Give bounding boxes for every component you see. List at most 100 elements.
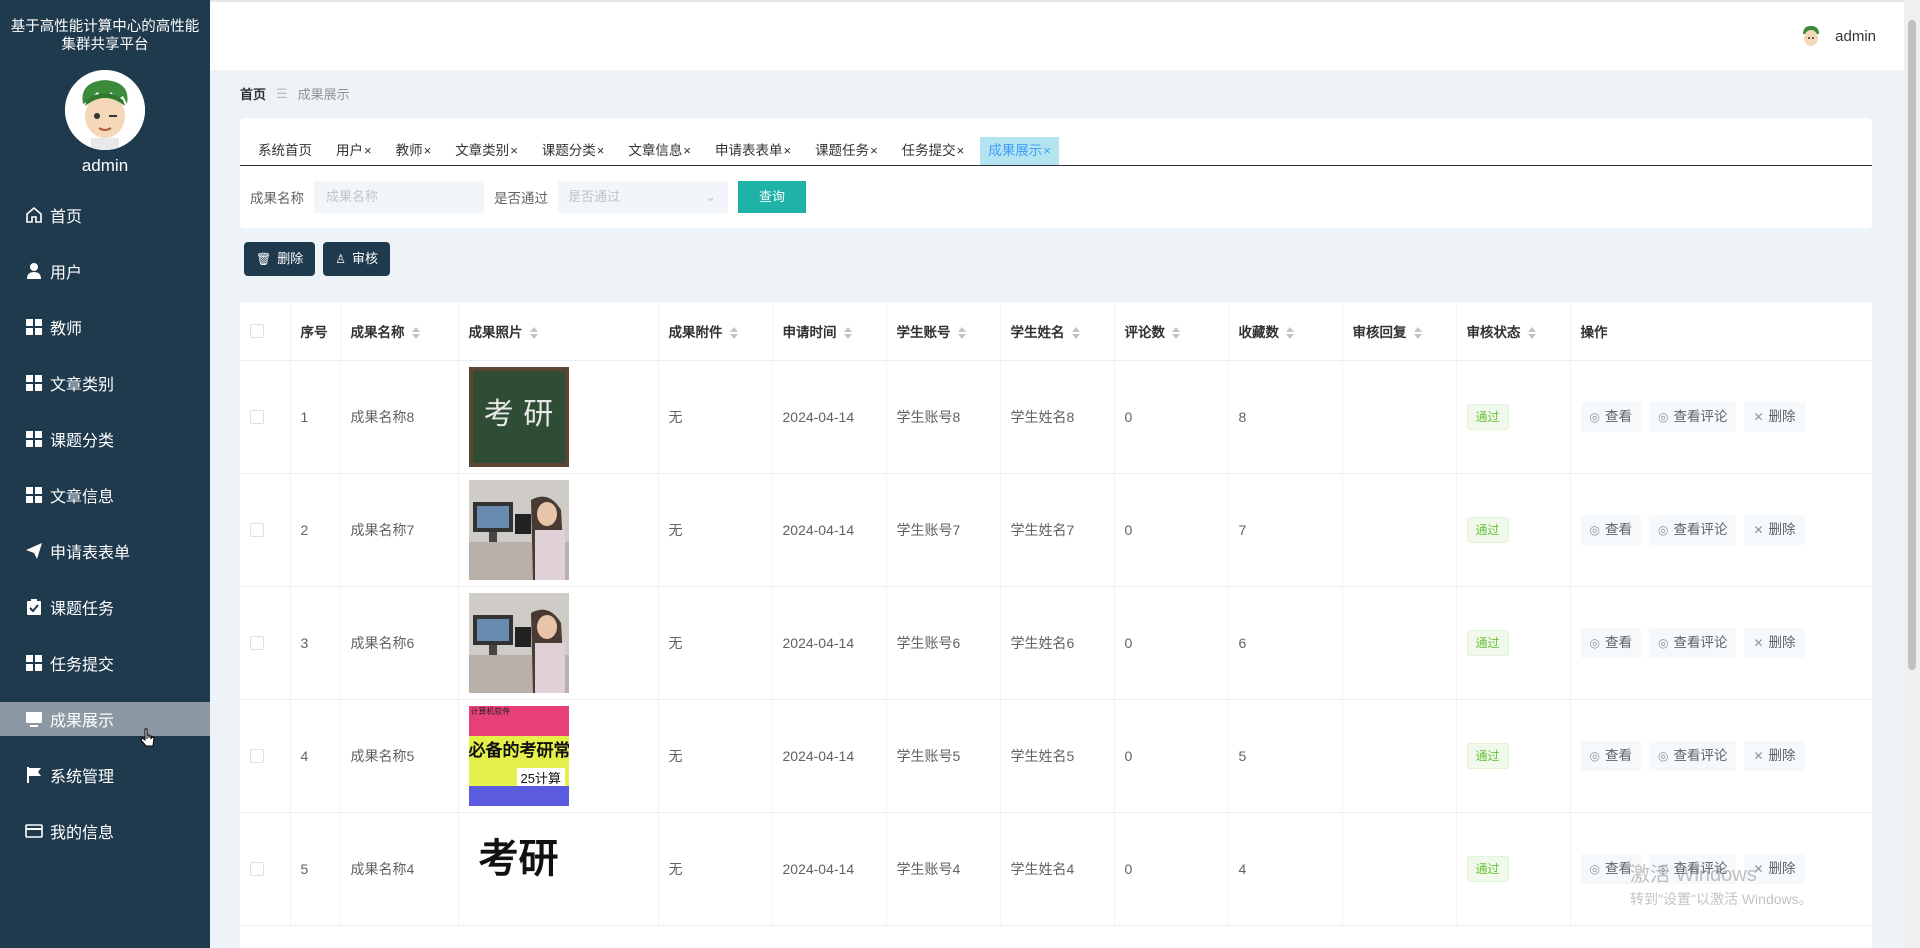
sidebar-item-1[interactable]: 首页: [0, 198, 210, 232]
column-header[interactable]: 收藏数: [1228, 302, 1343, 361]
tab-close-icon[interactable]: ×: [364, 143, 372, 158]
eye-icon: ◎: [1657, 635, 1669, 650]
row-checkbox[interactable]: [250, 409, 264, 424]
column-header[interactable]: 申请时间: [772, 302, 887, 361]
sort-icon[interactable]: [411, 327, 421, 340]
select-all-checkbox[interactable]: [250, 323, 264, 338]
query-button[interactable]: 查询: [738, 181, 806, 213]
result-photo[interactable]: 计算机软件 必备的考研常 25计算: [468, 705, 658, 806]
sidebar-item-11[interactable]: 系统管理: [0, 758, 210, 792]
tab-7[interactable]: 申请表表单×: [707, 137, 799, 165]
column-header[interactable]: 评论数: [1114, 302, 1229, 361]
scrollbar-thumb[interactable]: [1908, 20, 1916, 670]
row-delete-button[interactable]: ✕ 删除: [1744, 401, 1805, 432]
view-button[interactable]: ◎ 查看: [1580, 514, 1641, 545]
sort-icon[interactable]: [1071, 327, 1081, 340]
view-comments-label: 查看评论: [1673, 634, 1728, 650]
result-photo[interactable]: [468, 592, 658, 693]
view-comments-button[interactable]: ◎ 查看评论: [1648, 627, 1737, 658]
sort-icon[interactable]: [729, 327, 739, 340]
breadcrumb-home[interactable]: 首页: [240, 84, 266, 103]
column-header[interactable]: 学生账号: [886, 302, 1001, 361]
tab-1[interactable]: 系统首页: [250, 137, 320, 165]
row-checkbox[interactable]: [250, 522, 264, 537]
tab-close-icon[interactable]: ×: [683, 143, 691, 158]
cell-account: 学生账号4: [886, 812, 1001, 926]
tab-2[interactable]: 用户×: [328, 137, 380, 165]
sidebar-item-6[interactable]: 文章信息: [0, 478, 210, 512]
tab-close-icon[interactable]: ×: [870, 143, 878, 158]
delete-button[interactable]: 🗑 删除: [244, 242, 316, 276]
sort-icon[interactable]: [1413, 327, 1423, 340]
table-row[interactable]: 3 成果名称6 无 2024-04-14 学生账号6 学生姓名6 0 6 通过 ◎ 查看 ◎ 查看评论 ✕…: [240, 586, 1872, 700]
sidebar-item-3[interactable]: 教师: [0, 310, 210, 344]
close-icon: ✕: [1753, 409, 1764, 424]
sidebar-item-10[interactable]: 成果展示: [0, 702, 210, 736]
sidebar-item-5[interactable]: 课题分类: [0, 422, 210, 456]
eye-icon: ◎: [1657, 522, 1669, 537]
table-row[interactable]: 4 成果名称5 计算机软件 必备的考研常 25计算 无 2024-04-14 学生账号5 学生姓…: [240, 699, 1872, 813]
column-header[interactable]: 成果照片: [458, 302, 659, 361]
table-row[interactable]: 2 成果名称7 无 2024-04-14 学生账号7 学生姓名7 0 7 通过 ◎ 查看 ◎ 查看评论 ✕…: [240, 473, 1872, 587]
pass-select[interactable]: 是否通过 ⌄: [558, 181, 728, 213]
tab-close-icon[interactable]: ×: [510, 143, 518, 158]
result-photo[interactable]: 考研: [468, 818, 658, 919]
row-checkbox[interactable]: [250, 748, 264, 763]
tab-4[interactable]: 文章类别×: [447, 137, 526, 165]
tab-10[interactable]: 成果展示×: [980, 137, 1059, 165]
cell-favorites: 7: [1228, 473, 1343, 587]
sidebar-item-8[interactable]: 课题任务: [0, 590, 210, 624]
tab-close-icon[interactable]: ×: [957, 143, 965, 158]
sidebar-item-7[interactable]: 申请表表单: [0, 534, 210, 568]
row-checkbox[interactable]: [250, 635, 264, 650]
cell-account: 学生账号8: [886, 360, 1001, 474]
tab-close-icon[interactable]: ×: [783, 143, 791, 158]
tab-close-icon[interactable]: ×: [424, 143, 432, 158]
sort-icon[interactable]: [843, 327, 853, 340]
column-header[interactable]: 审核状态: [1456, 302, 1571, 361]
person-icon: ♙: [335, 252, 347, 266]
name-search-input[interactable]: 成果名称: [314, 181, 484, 213]
result-photo[interactable]: 考 研: [468, 366, 658, 467]
sidebar-item-12[interactable]: 我的信息: [0, 814, 210, 848]
view-button[interactable]: ◎ 查看: [1580, 627, 1641, 658]
table-row[interactable]: 1 成果名称8 考 研 无 2024-04-14 学生账号8 学生姓名8 0 8 通过 ◎ 查看 ◎ 查看…: [240, 360, 1872, 474]
row-delete-button[interactable]: ✕ 删除: [1744, 514, 1805, 545]
row-checkbox[interactable]: [250, 861, 264, 876]
row-delete-button[interactable]: ✕ 删除: [1744, 627, 1805, 658]
row-delete-button[interactable]: ✕ 删除: [1744, 740, 1805, 771]
column-header[interactable]: 成果名称: [340, 302, 459, 361]
tab-5[interactable]: 课题分类×: [534, 137, 613, 165]
cell-reply: [1342, 586, 1457, 700]
sidebar-item-2[interactable]: 用户: [0, 254, 210, 288]
column-header[interactable]: 学生姓名: [1000, 302, 1115, 361]
view-button[interactable]: ◎ 查看: [1580, 401, 1641, 432]
tab-close-icon[interactable]: ×: [597, 143, 605, 158]
header-user-menu[interactable]: admin: [1799, 24, 1876, 48]
sort-icon[interactable]: [1527, 327, 1537, 340]
review-button[interactable]: ♙ 审核: [323, 242, 391, 276]
sidebar-item-9[interactable]: 任务提交: [0, 646, 210, 680]
tab-8[interactable]: 课题任务×: [807, 137, 886, 165]
column-header[interactable]: 成果附件: [658, 302, 773, 361]
sort-icon[interactable]: [957, 327, 967, 340]
view-comments-button[interactable]: ◎ 查看评论: [1648, 401, 1737, 432]
page-scrollbar[interactable]: [1904, 0, 1920, 948]
sort-icon[interactable]: [1171, 327, 1181, 340]
tab-3[interactable]: 教师×: [388, 137, 440, 165]
view-button[interactable]: ◎ 查看: [1580, 740, 1641, 771]
view-comments-button[interactable]: ◎ 查看评论: [1648, 514, 1737, 545]
column-header: 序号: [290, 302, 341, 361]
action-row: 🗑 删除 ♙ 审核: [244, 242, 398, 276]
sort-icon[interactable]: [529, 327, 539, 340]
result-photo[interactable]: [468, 479, 658, 580]
table-row[interactable]: 5 成果名称4 考研无 2024-04-14 学生账号4 学生姓名4 0 4 通过 ◎ 查看 ◎ 查看评…: [240, 812, 1872, 926]
column-header[interactable]: 审核回复: [1342, 302, 1457, 361]
sort-icon[interactable]: [1285, 327, 1295, 340]
view-comments-button[interactable]: ◎ 查看评论: [1648, 740, 1737, 771]
tab-6[interactable]: 文章信息×: [620, 137, 699, 165]
tab-close-icon[interactable]: ×: [1043, 143, 1051, 158]
sidebar-item-4[interactable]: 文章类别: [0, 366, 210, 400]
tab-9[interactable]: 任务提交×: [894, 137, 973, 165]
tab-label: 文章类别: [455, 143, 510, 158]
